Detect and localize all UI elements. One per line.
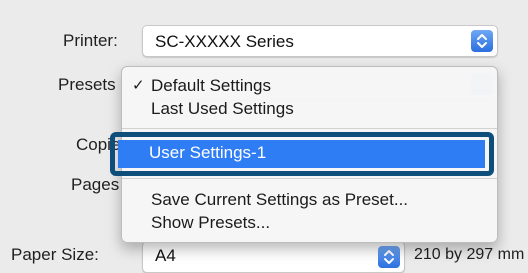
- menu-item-label: Last Used Settings: [151, 99, 294, 118]
- menu-item-default-settings[interactable]: ✓ Default Settings: [122, 75, 497, 97]
- up-down-chevron-icon[interactable]: [378, 246, 400, 268]
- paper-size-label: Paper Size:: [11, 245, 99, 264]
- paper-size-dimensions: 210 by 297 mm: [414, 246, 525, 263]
- up-down-chevron-icon[interactable]: [471, 30, 493, 52]
- checkmark-icon: ✓: [132, 77, 145, 94]
- menu-item-label: Save Current Settings as Preset...: [151, 190, 409, 209]
- menu-item-last-used-settings[interactable]: Last Used Settings: [122, 98, 497, 120]
- menu-item-user-settings-1[interactable]: User Settings-1: [118, 140, 485, 168]
- menu-item-show-presets[interactable]: Show Presets...: [122, 212, 497, 234]
- menu-item-label: User Settings-1: [149, 143, 267, 162]
- printer-value: SC-XXXXX Series: [155, 32, 294, 51]
- print-dialog: Printer: SC-XXXXX Series Presets Copie P…: [0, 0, 528, 273]
- menu-item-save-current-settings[interactable]: Save Current Settings as Preset...: [122, 189, 497, 211]
- menu-item-label: Show Presets...: [151, 213, 271, 232]
- menu-separator: [122, 128, 497, 129]
- paper-size-value: A4: [155, 246, 176, 265]
- printer-popup[interactable]: SC-XXXXX Series: [142, 25, 498, 57]
- menu-separator: [122, 178, 497, 179]
- presets-label: Presets: [58, 75, 116, 94]
- pages-label: Pages: [71, 175, 120, 194]
- menu-item-label: Default Settings: [151, 76, 272, 95]
- printer-label: Printer:: [63, 31, 118, 50]
- paper-size-popup[interactable]: A4: [142, 241, 405, 273]
